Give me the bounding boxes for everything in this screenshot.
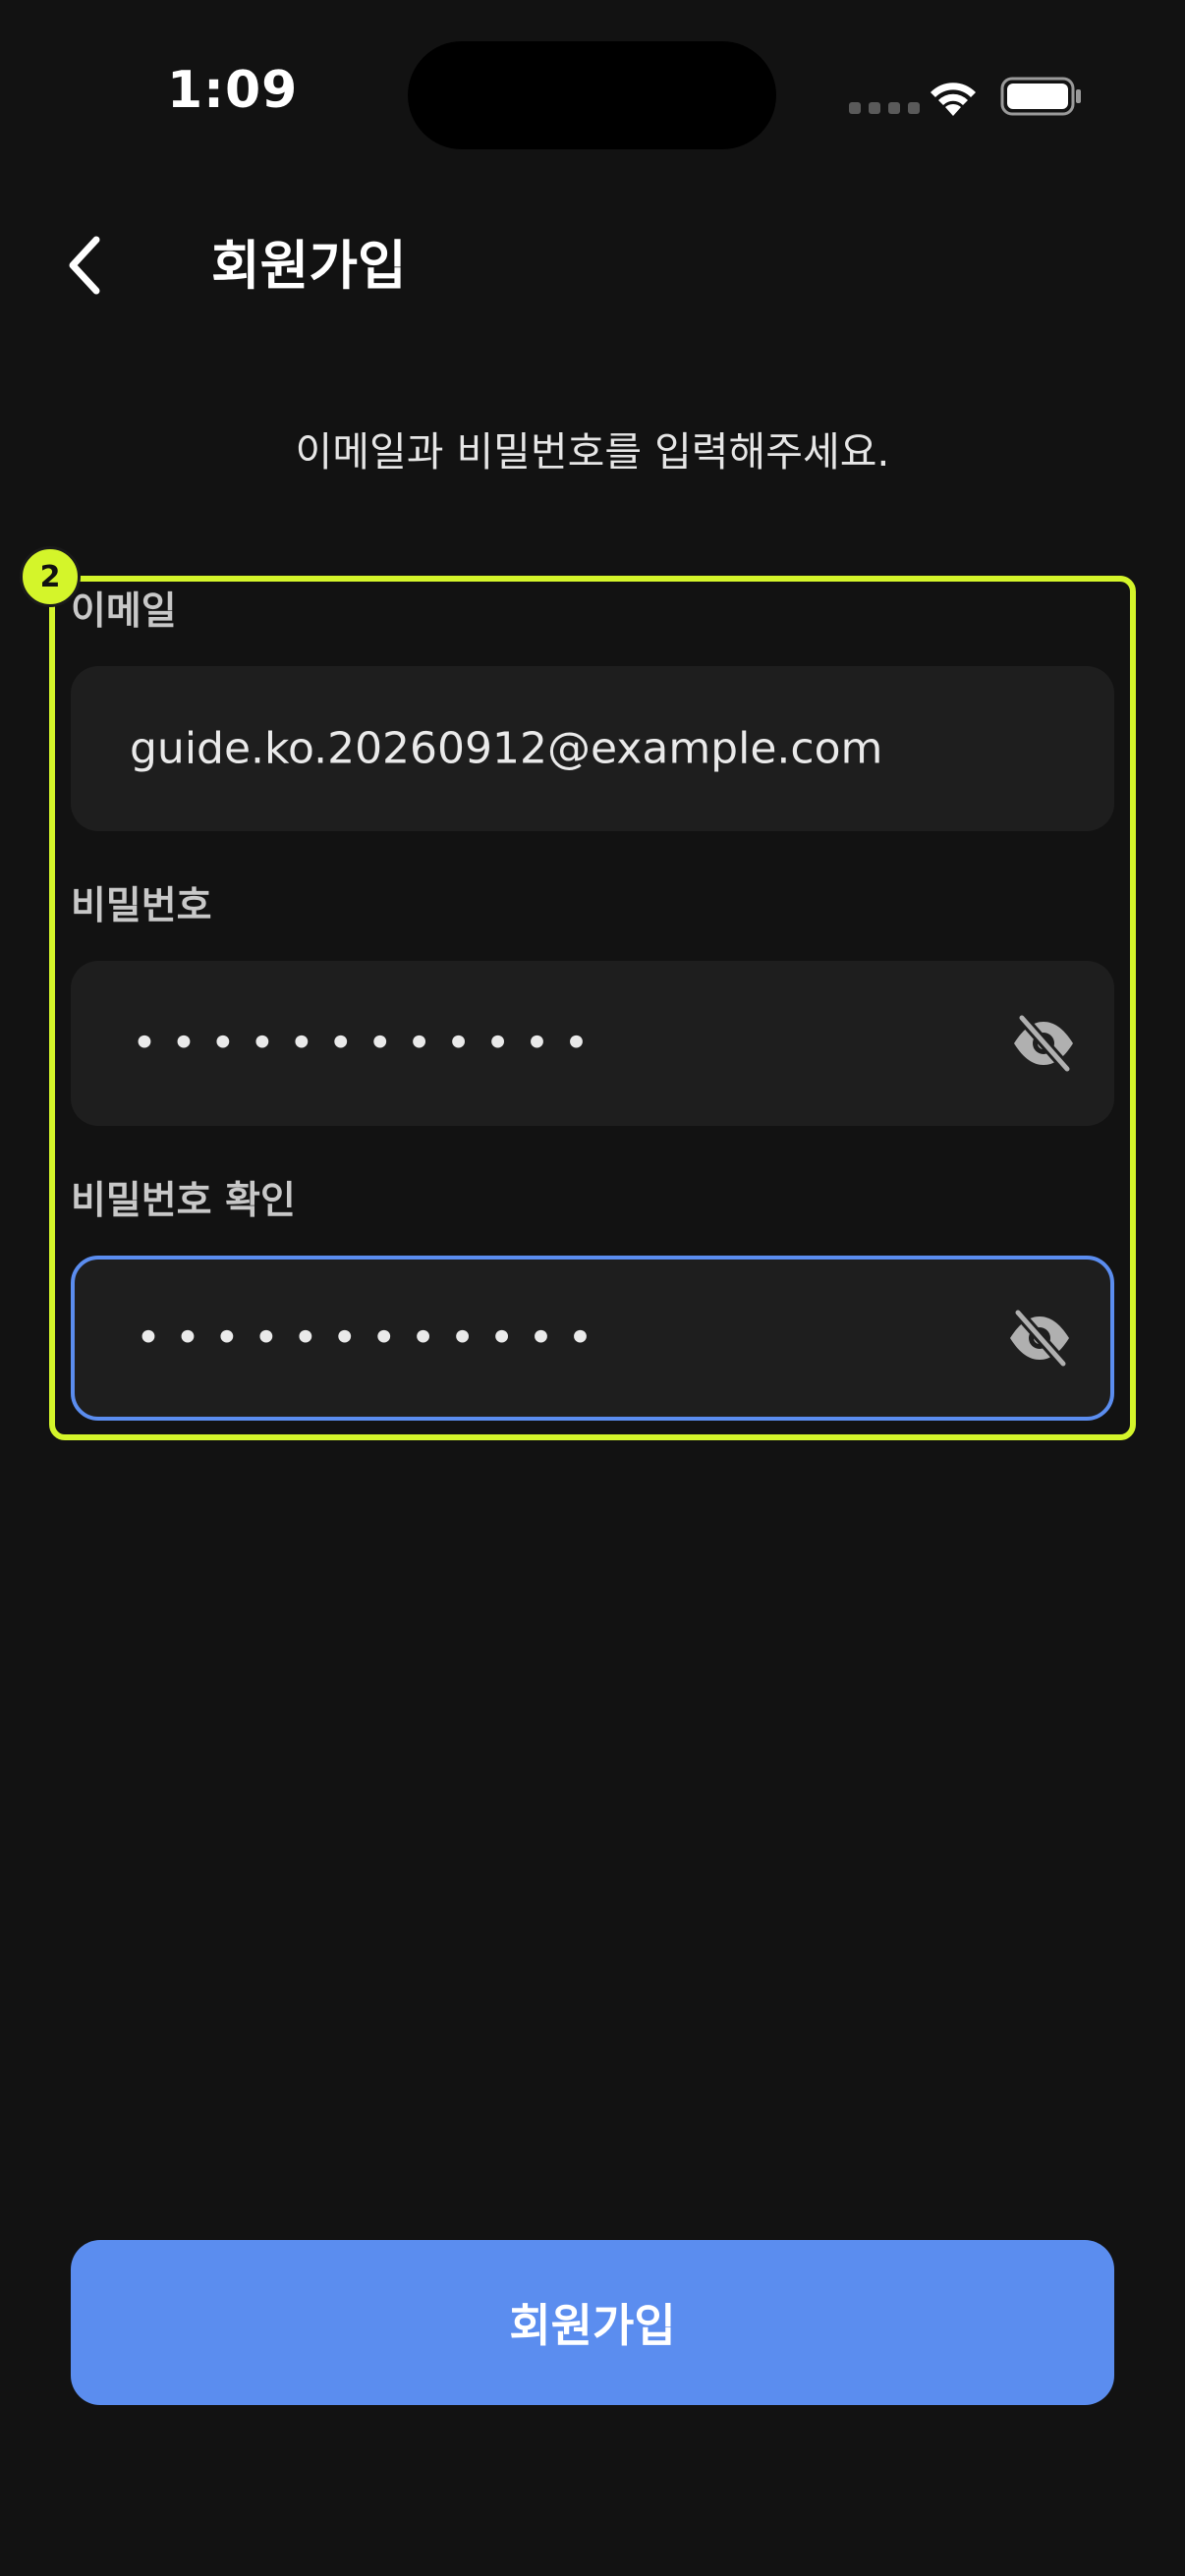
- password-field[interactable]: ••••••••••••: [71, 961, 1114, 1126]
- email-value: guide.ko.20260912@example.com: [130, 723, 883, 774]
- password-visibility-toggle[interactable]: [1008, 1012, 1079, 1075]
- dynamic-island: [408, 41, 776, 149]
- password-label: 비밀번호: [71, 884, 212, 928]
- password-value: ••••••••••••: [132, 1018, 603, 1069]
- battery-icon: [1000, 77, 1081, 116]
- eye-off-icon: [1014, 1014, 1073, 1073]
- page-title: 회원가입: [211, 235, 407, 297]
- eye-off-icon: [1010, 1309, 1069, 1368]
- chevron-left-icon: [69, 236, 100, 295]
- wifi-icon: [931, 83, 976, 116]
- email-label: 이메일: [71, 589, 177, 634]
- back-button[interactable]: [55, 226, 114, 305]
- status-time: 1:09: [167, 61, 299, 120]
- instruction-text: 이메일과 비밀번호를 입력해주세요.: [295, 428, 890, 476]
- cellular-signal-icon: [849, 102, 920, 114]
- email-field[interactable]: guide.ko.20260912@example.com: [71, 666, 1114, 831]
- password-confirm-visibility-toggle[interactable]: [1004, 1307, 1075, 1370]
- password-confirm-field[interactable]: ••••••••••••: [71, 1256, 1114, 1421]
- password-confirm-value: ••••••••••••: [136, 1313, 607, 1364]
- password-confirm-label: 비밀번호 확인: [71, 1179, 296, 1223]
- signup-button[interactable]: 회원가입: [71, 2240, 1114, 2405]
